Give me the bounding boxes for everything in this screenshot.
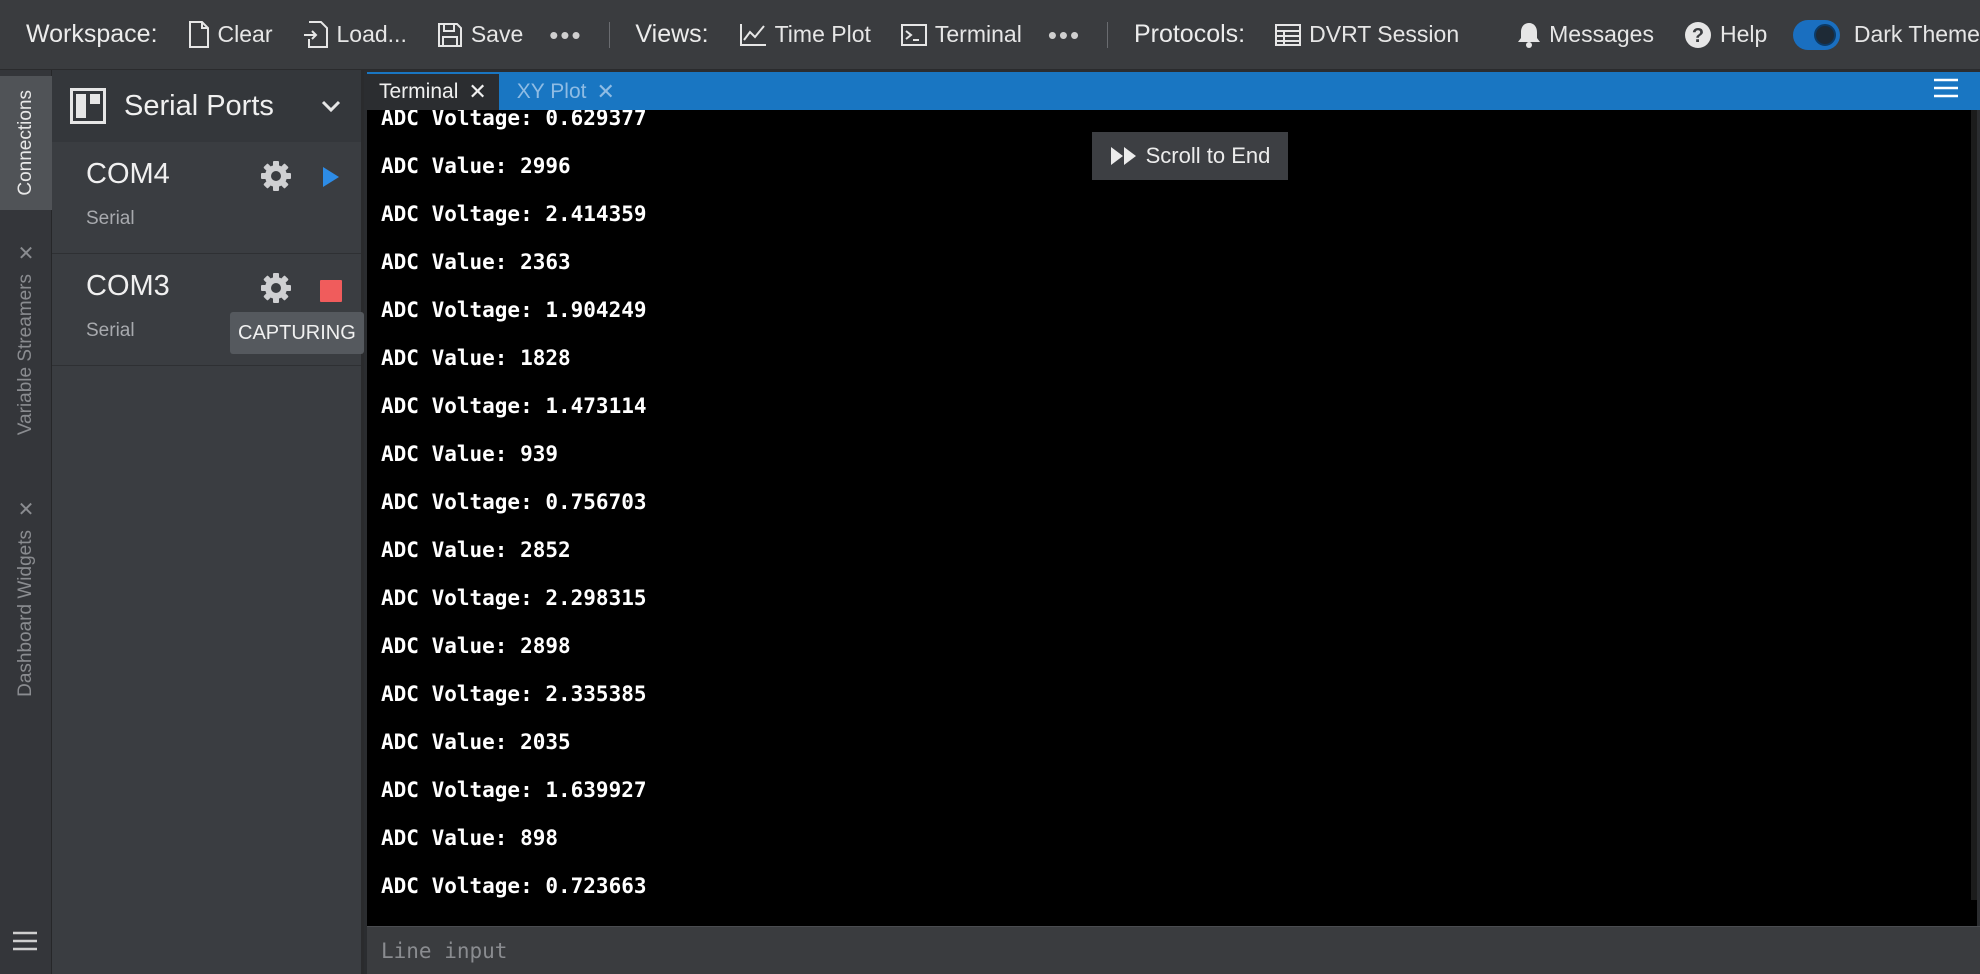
serial-ports-header[interactable]: Serial Ports bbox=[52, 70, 361, 142]
bell-icon bbox=[1518, 23, 1541, 48]
terminal-view-button[interactable]: Terminal bbox=[900, 21, 1022, 48]
open-file-icon bbox=[303, 21, 328, 48]
port-type: Serial bbox=[86, 320, 135, 341]
port-item-com4[interactable]: COM4 Serial bbox=[52, 142, 361, 254]
views-more-button[interactable]: ••• bbox=[1048, 22, 1081, 48]
terminal-view-label: Terminal bbox=[934, 21, 1022, 47]
views-label: Views: bbox=[635, 20, 709, 48]
tab-label: Terminal bbox=[379, 80, 459, 103]
stop-icon[interactable] bbox=[320, 280, 342, 302]
save-label: Save bbox=[470, 21, 524, 47]
terminal-line: ADC Voltage: 1.473114 bbox=[381, 394, 647, 418]
new-file-icon bbox=[188, 21, 209, 48]
rail-tab-variable-streamers[interactable]: ✕ Variable Streamers bbox=[0, 244, 52, 435]
terminal-line: ADC Value: 898 bbox=[381, 826, 559, 850]
clear-button[interactable]: Clear bbox=[188, 21, 273, 48]
toggle-knob bbox=[1813, 23, 1836, 46]
port-item-com3[interactable]: COM3 Serial CAPTURING bbox=[52, 254, 364, 366]
capturing-badge: CAPTURING bbox=[230, 312, 364, 354]
rail-tab-connections[interactable]: Connections bbox=[0, 76, 52, 210]
close-icon[interactable]: ✕ bbox=[18, 500, 35, 520]
terminal-line: ADC Value: 2035 bbox=[381, 730, 571, 754]
panel-title: Serial Ports bbox=[124, 89, 274, 122]
terminal-line: ADC Voltage: 0.629377 bbox=[381, 110, 647, 130]
messages-label: Messages bbox=[1549, 21, 1654, 47]
rail-menu-icon[interactable] bbox=[13, 931, 37, 956]
serial-ports-panel: Serial Ports COM4 Serial COM3 Serial CAP… bbox=[52, 70, 364, 974]
scroll-to-end-button[interactable]: Scroll to End bbox=[1092, 132, 1288, 180]
terminal-line: ADC Voltage: 2.298315 bbox=[381, 586, 647, 610]
terminal-line: ADC Value: 2852 bbox=[381, 538, 571, 562]
terminal-lines: ADC Voltage: 0.629377 ADC Value: 2996 ADC … bbox=[381, 110, 647, 910]
line-input-field[interactable] bbox=[367, 927, 1980, 974]
rail-tab-label: Connections bbox=[15, 90, 36, 196]
terminal-output[interactable]: ADC Voltage: 0.629377 ADC Value: 2996 ADC … bbox=[367, 110, 1977, 926]
terminal-icon bbox=[900, 23, 927, 46]
terminal-line: ADC Value: 2898 bbox=[381, 634, 571, 658]
terminal-line: ADC Voltage: 2.335385 bbox=[381, 682, 647, 706]
protocols-label: Protocols: bbox=[1133, 20, 1246, 48]
terminal-line: ADC Value: 939 bbox=[381, 442, 559, 466]
terminal-line: ADC Value: 1828 bbox=[381, 346, 571, 370]
rail-tab-dashboard-widgets[interactable]: ✕ Dashboard Widgets bbox=[0, 500, 52, 697]
help-icon: ? bbox=[1684, 21, 1711, 48]
workspace-more-button[interactable]: ••• bbox=[549, 22, 582, 48]
tab-label: XY Plot bbox=[516, 80, 587, 103]
terminal-line: ADC Value: 2996 bbox=[381, 154, 571, 178]
close-icon[interactable]: ✕ bbox=[596, 79, 614, 105]
panel-layout-icon bbox=[70, 88, 106, 124]
help-label: Help bbox=[1719, 21, 1768, 47]
hamburger-menu-icon[interactable] bbox=[1934, 78, 1958, 98]
rail-tab-label: Variable Streamers bbox=[15, 274, 36, 436]
messages-button[interactable]: Messages bbox=[1517, 21, 1654, 48]
port-name: COM4 bbox=[86, 158, 170, 190]
load-label: Load... bbox=[336, 21, 407, 47]
toolbar-divider bbox=[608, 21, 610, 48]
left-rail: Connections ✕ Variable Streamers ✕ Dashb… bbox=[0, 70, 52, 974]
tab-xy-plot[interactable]: XY Plot ✕ bbox=[505, 74, 627, 110]
dark-theme-toggle[interactable] bbox=[1793, 19, 1840, 50]
terminal-line: ADC Voltage: 0.723663 bbox=[381, 874, 647, 898]
dvrt-session-button[interactable]: DVRT Session bbox=[1275, 21, 1459, 48]
view-tab-bar: Terminal ✕ XY Plot ✕ bbox=[367, 72, 1980, 110]
terminal-scrollbar[interactable] bbox=[1971, 110, 1977, 900]
load-button[interactable]: Load... bbox=[303, 21, 407, 48]
tab-terminal[interactable]: Terminal ✕ bbox=[367, 74, 499, 110]
port-type: Serial bbox=[86, 208, 135, 229]
port-name: COM3 bbox=[86, 270, 170, 302]
line-chart-icon bbox=[739, 23, 766, 46]
save-button[interactable]: Save bbox=[437, 21, 523, 48]
terminal-line: ADC Voltage: 1.639927 bbox=[381, 778, 647, 802]
terminal-line: ADC Voltage: 1.904249 bbox=[381, 298, 647, 322]
time-plot-button[interactable]: Time Plot bbox=[739, 21, 871, 48]
line-input-bar bbox=[367, 926, 1980, 974]
terminal-line: ADC Voltage: 0.756703 bbox=[381, 490, 647, 514]
workspace-label: Workspace: bbox=[26, 20, 158, 48]
toolbar-divider bbox=[1107, 21, 1108, 48]
close-icon[interactable]: ✕ bbox=[18, 244, 35, 264]
dvrt-session-label: DVRT Session bbox=[1309, 21, 1460, 47]
table-icon bbox=[1275, 23, 1302, 46]
dark-theme-label: Dark Theme bbox=[1853, 21, 1980, 47]
time-plot-label: Time Plot bbox=[774, 21, 871, 47]
rail-tab-label: Dashboard Widgets bbox=[15, 530, 36, 697]
close-icon[interactable]: ✕ bbox=[468, 79, 486, 105]
chevron-down-icon[interactable] bbox=[321, 99, 341, 113]
terminal-line: ADC Value: 2363 bbox=[381, 250, 571, 274]
save-icon bbox=[437, 22, 462, 47]
clear-label: Clear bbox=[217, 21, 273, 47]
svg-text:?: ? bbox=[1692, 25, 1704, 47]
play-icon[interactable] bbox=[322, 166, 340, 188]
fast-forward-icon bbox=[1110, 147, 1136, 165]
terminal-line: ADC Voltage: 2.414359 bbox=[381, 202, 647, 226]
scroll-to-end-label: Scroll to End bbox=[1145, 143, 1271, 168]
gear-icon[interactable] bbox=[260, 160, 292, 192]
help-button[interactable]: ? Help bbox=[1684, 21, 1767, 49]
gear-icon[interactable] bbox=[260, 272, 292, 304]
top-toolbar: Workspace: Clear Load... Save ••• Views:… bbox=[0, 0, 1980, 70]
